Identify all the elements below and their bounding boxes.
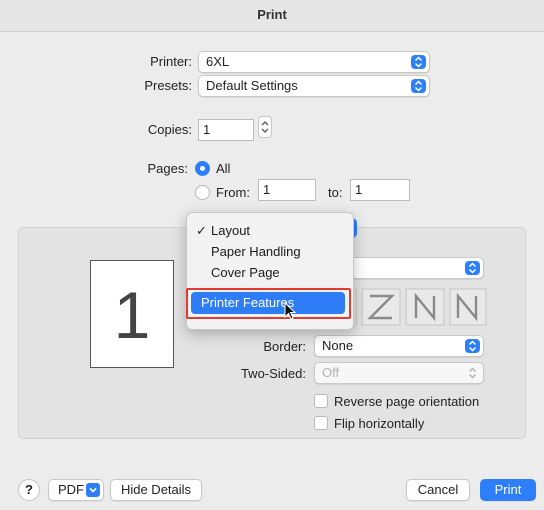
printer-label: Printer: <box>150 54 192 69</box>
copies-field[interactable]: 1 <box>198 119 254 141</box>
pages-from-radio[interactable] <box>195 185 210 200</box>
pdf-menu-button[interactable]: PDF <box>48 479 104 501</box>
presets-value: Default Settings <box>206 78 298 93</box>
two-sided-value: Off <box>322 365 340 380</box>
flip-horizontally-label: Flip horizontally <box>334 416 425 431</box>
pages-all-radio[interactable] <box>195 161 210 176</box>
flip-horizontally-checkbox[interactable] <box>314 416 328 430</box>
two-sided-label: Two-Sided: <box>240 366 306 381</box>
copies-stepper[interactable] <box>258 116 272 138</box>
border-value: None <box>322 338 354 353</box>
pages-to-label: to: <box>328 185 343 200</box>
copies-label: Copies: <box>147 122 192 137</box>
popup-arrows-icon <box>411 55 426 69</box>
pages-label: Pages: <box>147 161 188 176</box>
border-popup[interactable]: None <box>314 335 484 357</box>
popup-arrows-icon <box>411 79 426 93</box>
pages-to-field[interactable]: 1 <box>350 179 410 201</box>
border-label: Border: <box>263 339 306 354</box>
cursor-icon <box>284 301 298 325</box>
print-button[interactable]: Print <box>480 479 536 501</box>
window-title: Print <box>0 0 544 32</box>
help-button[interactable]: ? <box>18 479 40 501</box>
menu-item-cover-page[interactable]: Cover Page <box>211 263 280 283</box>
cancel-button[interactable]: Cancel <box>406 479 470 501</box>
pdf-label: PDF <box>58 482 84 497</box>
reverse-orientation-label: Reverse page orientation <box>334 394 480 409</box>
page-preview: 1 <box>90 260 174 368</box>
popup-arrows-icon <box>465 339 480 353</box>
reverse-orientation-checkbox[interactable] <box>314 394 328 408</box>
printer-value: 6XL <box>206 54 230 69</box>
presets-label: Presets: <box>144 78 192 93</box>
popup-arrows-icon <box>465 261 480 275</box>
pages-all-label: All <box>216 161 231 176</box>
chevron-down-icon <box>86 483 100 497</box>
menu-item-paper-handling[interactable]: Paper Handling <box>211 242 301 262</box>
menu-item-layout[interactable]: Layout <box>211 221 250 241</box>
pages-from-field[interactable]: 1 <box>258 179 316 201</box>
popup-arrows-icon <box>465 366 480 380</box>
checkmark-icon: ✓ <box>196 223 207 238</box>
printer-popup[interactable]: 6XL <box>198 51 430 73</box>
presets-popup[interactable]: Default Settings <box>198 75 430 97</box>
stepper-arrows-icon <box>261 121 269 133</box>
highlight-box <box>186 288 351 319</box>
hide-details-button[interactable]: Hide Details <box>110 479 202 501</box>
two-sided-popup[interactable]: Off <box>314 362 484 384</box>
pages-from-label: From: <box>216 185 250 200</box>
